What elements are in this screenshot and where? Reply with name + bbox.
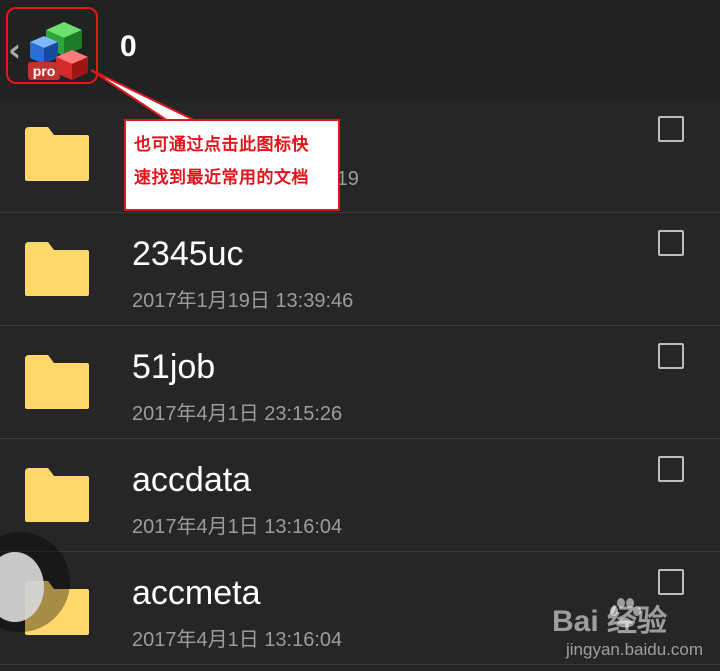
file-row[interactable]: 2345uc 2017年1月19日 13:39:46 [0,213,720,326]
file-name: accmeta [132,574,261,612]
folder-icon [25,355,89,409]
file-row[interactable]: accdata 2017年4月1日 13:16:04 [0,439,720,552]
folder-icon [25,242,89,296]
file-date: 2017年4月1日 13:16:04 [132,516,343,538]
callout-text-line-1: 也可通过点击此图标快 [134,135,309,155]
file-name: accdata [132,461,252,499]
file-checkbox[interactable] [658,230,684,256]
file-browser-screen: ‹ pro 0 2345uc 2017年1月19日 13:39:46 51job… [0,0,720,671]
callout-annotation: 也可通过点击此图标快 速找到最近常用的文档 [124,119,340,211]
folder-title: 0 [120,30,137,63]
file-checkbox[interactable] [658,456,684,482]
file-name: 2345uc [132,235,244,273]
callout-text-line-2: 速找到最近常用的文档 [134,168,309,188]
file-row[interactable]: 51job 2017年4月1日 23:15:26 [0,326,720,439]
watermark-url: jingyan.baidu.com [566,640,704,659]
watermark-brand: Bai 经验 [552,605,668,638]
file-row[interactable]: 3:19 [0,100,720,213]
baidu-jingyan-watermark: Bai 经验 jingyan.baidu.com [552,590,720,671]
file-name: 51job [132,348,216,386]
folder-icon [25,127,89,181]
file-date: 2017年1月19日 13:39:46 [132,290,354,312]
file-date: 2017年4月1日 13:16:04 [132,629,343,651]
toolbar: ‹ pro 0 [0,0,720,100]
file-date: 2017年4月1日 23:15:26 [132,403,343,425]
folder-icon [25,468,89,522]
file-checkbox[interactable] [658,343,684,369]
logo-highlight-annotation [6,7,98,84]
file-checkbox[interactable] [658,116,684,142]
file-list: 3:19 2345uc 2017年1月19日 13:39:46 51job 20… [0,100,720,665]
